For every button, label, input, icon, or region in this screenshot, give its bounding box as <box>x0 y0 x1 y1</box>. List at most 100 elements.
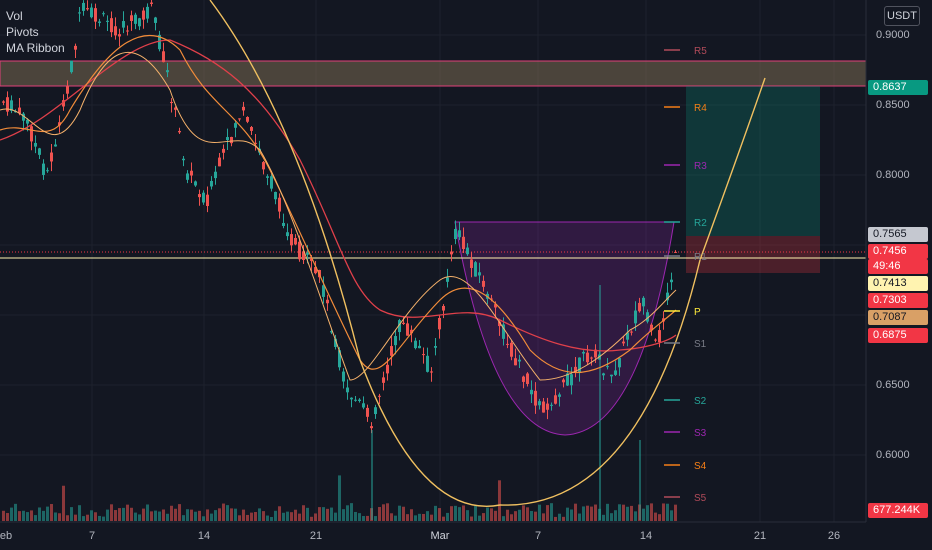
x-tick: Mar <box>430 530 450 542</box>
candle-body <box>402 322 405 324</box>
cup-pattern[interactable] <box>454 221 675 436</box>
volume-bar <box>98 515 101 521</box>
x-tick: 21 <box>753 530 767 542</box>
volume-bar <box>298 513 301 521</box>
pivot-label-s3: S3 <box>694 428 707 439</box>
candle-body <box>466 247 469 255</box>
candle-body <box>590 357 593 359</box>
candle-body <box>38 148 41 155</box>
volume-bar <box>186 509 189 521</box>
pivot-label-r5: R5 <box>694 46 707 57</box>
candle-body <box>614 370 617 375</box>
price-chart[interactable]: R5 R4 R3 R2 R1 P S1 S2 S3 S4 S5 <box>0 0 932 550</box>
volume-bar <box>294 509 297 521</box>
candle-body <box>342 371 345 382</box>
volume-bar <box>10 507 13 521</box>
candle-body <box>278 197 281 212</box>
x-tick: 21 <box>309 530 323 542</box>
volume-bar <box>14 503 17 521</box>
candle-body <box>366 407 369 417</box>
volume-bar <box>642 508 645 521</box>
candle-body <box>226 137 229 141</box>
candle-body <box>46 170 49 172</box>
pivot-label-s4: S4 <box>694 461 707 472</box>
volume-bar <box>142 508 145 521</box>
candle-body <box>618 357 621 368</box>
candle-body <box>346 387 349 393</box>
price-tag-last: 0.7456 <box>868 244 928 259</box>
volume-bar <box>466 510 469 521</box>
volume-bar <box>442 516 445 521</box>
volume-bar <box>402 506 405 521</box>
volume-bar <box>566 507 569 521</box>
currency-unit-button[interactable]: USDT <box>884 6 920 26</box>
volume-bar <box>178 504 181 521</box>
pivot-label-p: P <box>694 307 701 318</box>
volume-bar <box>570 509 573 521</box>
candle-body <box>558 394 561 397</box>
volume-bar <box>646 505 649 521</box>
volume-bar <box>534 511 537 521</box>
candle-body <box>542 401 545 413</box>
candle-body <box>350 397 353 400</box>
candle-body <box>450 251 453 255</box>
x-tick: 7 <box>534 530 542 542</box>
x-tick: 14 <box>639 530 653 542</box>
volume-bar <box>150 511 153 521</box>
volume-bar <box>338 475 341 521</box>
volume-bar <box>626 506 629 521</box>
volume-bar <box>134 512 137 521</box>
volume-bar <box>62 485 65 521</box>
legend-vol[interactable]: Vol <box>6 8 65 24</box>
price-tag-resistance: 0.8637 <box>868 80 928 95</box>
volume-bar <box>102 516 105 521</box>
candle-body <box>86 8 89 10</box>
volume-bar <box>674 504 677 521</box>
volume-bar <box>610 513 613 521</box>
candle-body <box>606 366 609 368</box>
candle-body <box>66 86 69 94</box>
volume-bar <box>234 508 237 521</box>
candle-body <box>118 34 121 37</box>
volume-bar <box>314 513 317 521</box>
candle-body <box>262 162 265 170</box>
candle-body <box>2 101 5 103</box>
candle-body <box>202 192 205 203</box>
volume-bar <box>74 514 77 521</box>
candle-body <box>546 403 549 410</box>
volume-bar <box>246 514 249 521</box>
volume-bar <box>86 514 89 521</box>
candle-body <box>246 117 249 122</box>
candle-body <box>222 148 225 153</box>
volume-bar <box>498 480 501 521</box>
candle-body <box>182 158 185 161</box>
volume-bar <box>446 512 449 521</box>
volume-bar <box>622 504 625 521</box>
candle-body <box>622 341 625 344</box>
volume-bar <box>82 516 85 521</box>
volume-bar <box>254 511 257 521</box>
candle-body <box>370 426 373 429</box>
volume-bar <box>366 515 369 521</box>
candle-body <box>282 222 285 226</box>
volume-bar <box>606 503 609 521</box>
pivot-label-s1: S1 <box>694 339 707 350</box>
legend-pivots[interactable]: Pivots <box>6 24 65 40</box>
candle-body <box>426 355 429 372</box>
volume-bar <box>542 513 545 521</box>
volume-bar <box>666 503 669 521</box>
volume-bar <box>282 512 285 521</box>
volume-bar <box>410 509 413 521</box>
volume-bar <box>634 511 637 521</box>
volume-bar <box>454 505 457 521</box>
volume-bar <box>126 504 129 521</box>
volume-bar <box>342 509 345 521</box>
volume-bar <box>238 515 241 521</box>
legend-ma-ribbon[interactable]: MA Ribbon <box>6 40 65 56</box>
volume-bar <box>458 507 461 521</box>
candle-body <box>526 373 529 384</box>
volume-bar <box>670 510 673 521</box>
candle-body <box>446 277 449 282</box>
volume-bar <box>438 508 441 521</box>
volume-bar <box>322 507 325 521</box>
